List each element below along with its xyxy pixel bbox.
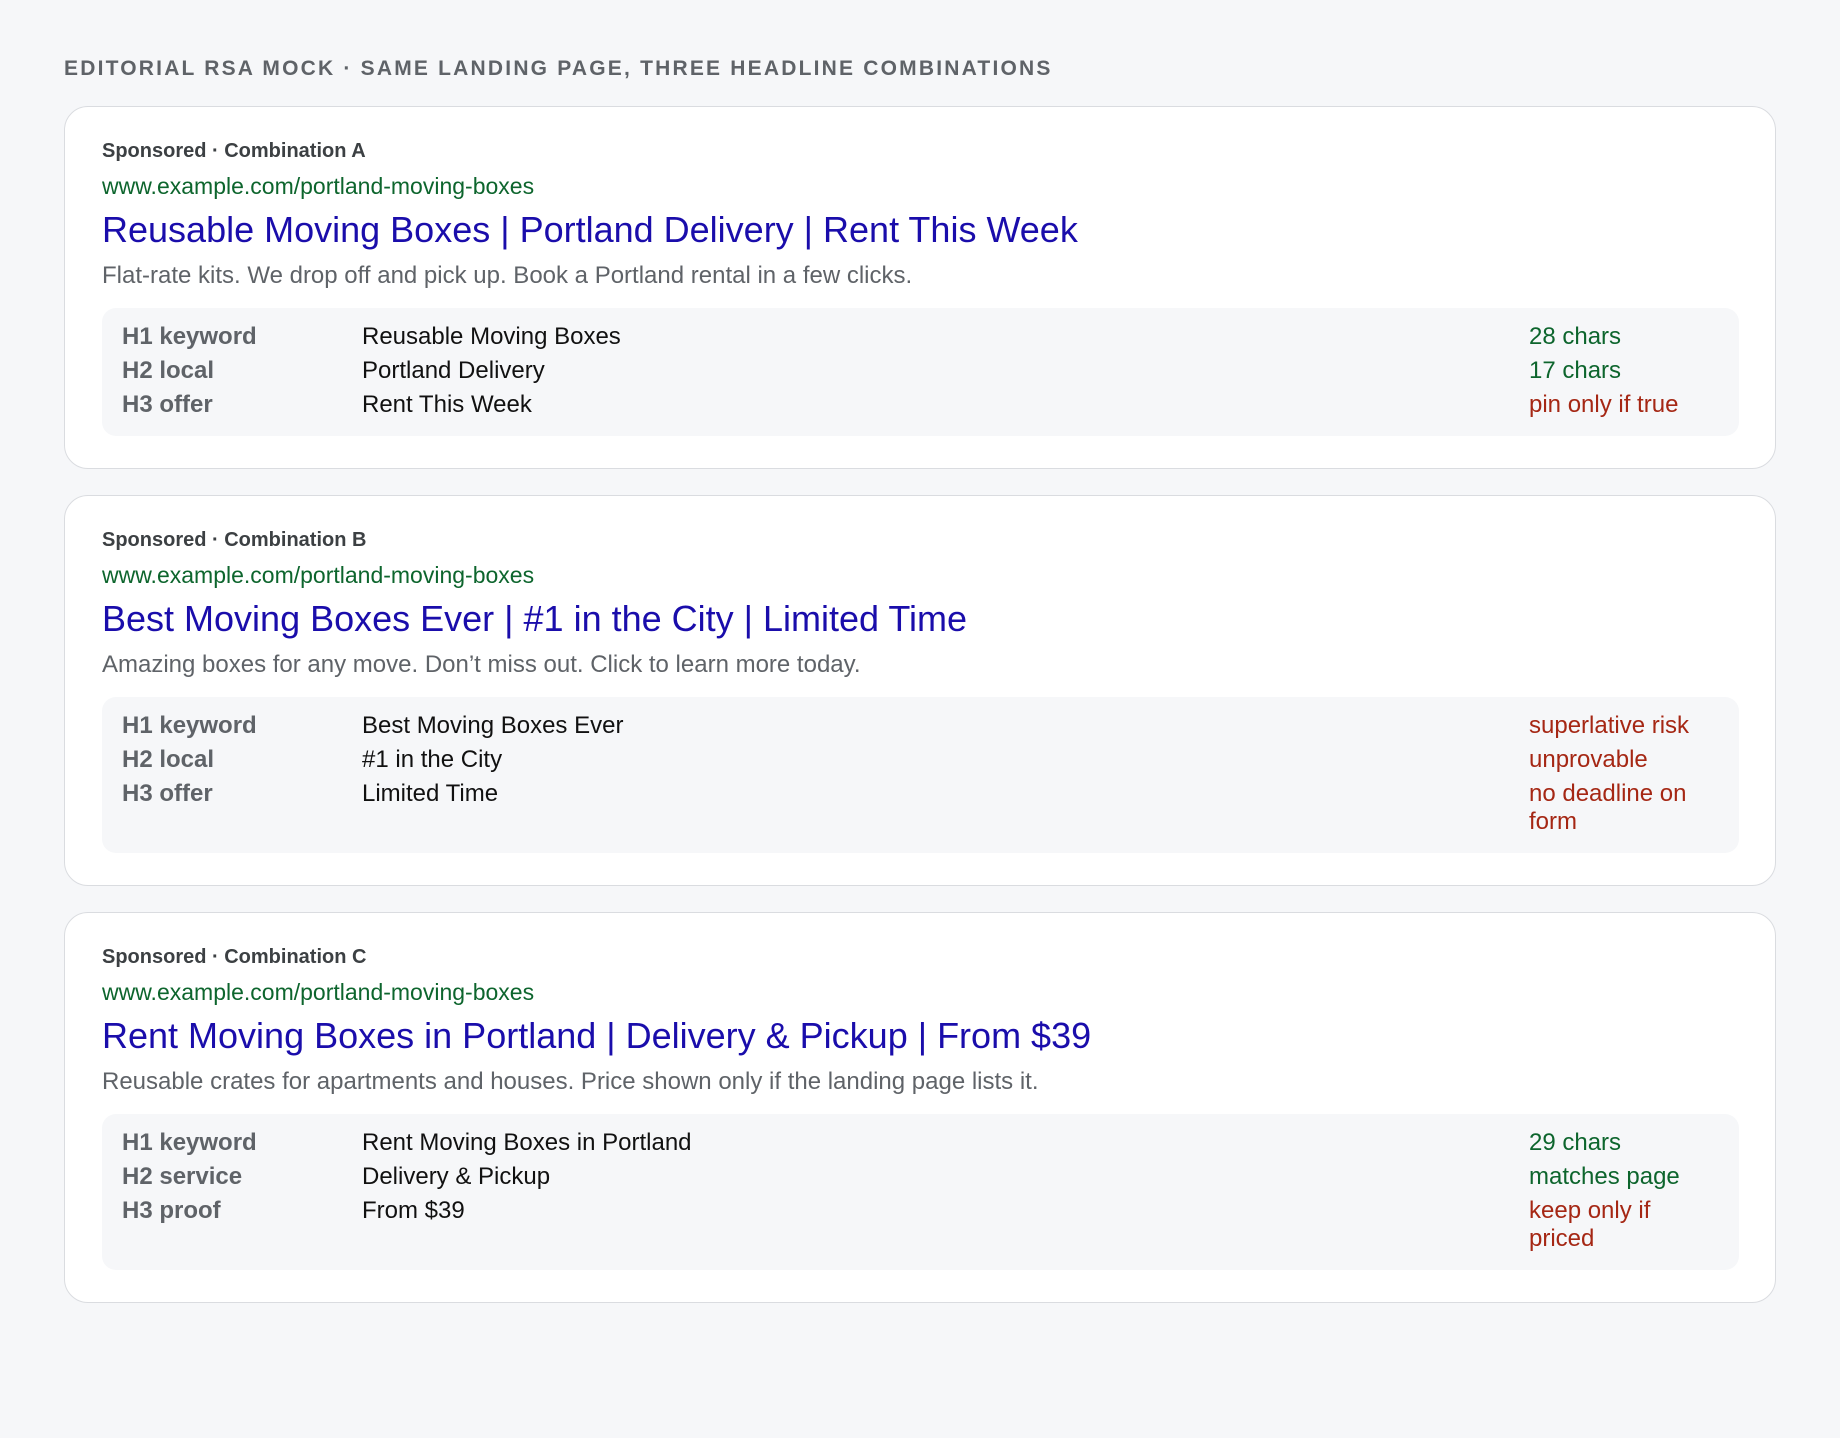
table-row: H1 keyword Rent Moving Boxes in Portland… <box>122 1126 1719 1160</box>
table-row: H1 keyword Reusable Moving Boxes 28 char… <box>122 320 1719 354</box>
row-label: H2 local <box>122 357 215 384</box>
sponsored-label: Sponsored · Combination A <box>102 140 366 162</box>
headline-breakdown-table: H1 keyword Reusable Moving Boxes 28 char… <box>102 308 1739 436</box>
row-label: H1 keyword <box>122 323 257 350</box>
headline-breakdown-table: H1 keyword Rent Moving Boxes in Portland… <box>102 1114 1739 1270</box>
table-row: H3 proof From $39 keep only if priced <box>122 1194 1719 1256</box>
row-value: #1 in the City <box>362 746 503 773</box>
table-row: H2 local Portland Delivery 17 chars <box>122 354 1719 388</box>
row-value: Best Moving Boxes Ever <box>362 712 624 739</box>
row-value: From $39 <box>362 1197 465 1224</box>
row-note: 17 chars <box>1529 357 1622 384</box>
display-url[interactable]: www.example.com/portland-moving-boxes <box>102 171 1739 201</box>
row-value: Reusable Moving Boxes <box>362 323 621 350</box>
row-label: H1 keyword <box>122 1129 257 1156</box>
row-note: pin only if true <box>1529 391 1679 418</box>
ad-card-a: Sponsored · Combination A www.example.co… <box>64 106 1776 469</box>
row-note: unprovable <box>1529 746 1648 773</box>
table-row: H1 keyword Best Moving Boxes Ever superl… <box>122 709 1719 743</box>
ad-description: Reusable crates for apartments and house… <box>102 1068 1039 1095</box>
page: EDITORIAL RSA MOCK · SAME LANDING PAGE, … <box>0 0 1840 1303</box>
table-row: H3 offer Limited Time no deadline on for… <box>122 777 1719 839</box>
ad-headline[interactable]: Rent Moving Boxes in Portland | Delivery… <box>102 1014 1739 1058</box>
display-url[interactable]: www.example.com/portland-moving-boxes <box>102 977 1739 1007</box>
sponsored-label: Sponsored · Combination B <box>102 529 367 551</box>
row-value: Limited Time <box>362 780 499 807</box>
row-note: matches page <box>1529 1163 1680 1190</box>
table-row: H2 service Delivery & Pickup matches pag… <box>122 1160 1719 1194</box>
row-note: 28 chars <box>1529 323 1622 350</box>
row-label: H2 local <box>122 746 215 773</box>
row-label: H3 offer <box>122 780 213 807</box>
ad-card-c: Sponsored · Combination C www.example.co… <box>64 912 1776 1303</box>
row-value: Rent This Week <box>362 391 532 418</box>
ad-description: Flat-rate kits. We drop off and pick up.… <box>102 262 913 289</box>
row-label: H1 keyword <box>122 712 257 739</box>
headline-breakdown-table: H1 keyword Best Moving Boxes Ever superl… <box>102 697 1739 853</box>
row-label: H2 service <box>122 1163 243 1190</box>
ad-headline[interactable]: Reusable Moving Boxes | Portland Deliver… <box>102 208 1739 252</box>
row-note: no deadline on form <box>1529 780 1687 835</box>
ad-description: Amazing boxes for any move. Don’t miss o… <box>102 651 861 678</box>
row-note: superlative risk <box>1529 712 1690 739</box>
table-row: H3 offer Rent This Week pin only if true <box>122 388 1719 422</box>
table-row: H2 local #1 in the City unprovable <box>122 743 1719 777</box>
sponsored-label: Sponsored · Combination C <box>102 946 367 968</box>
display-url[interactable]: www.example.com/portland-moving-boxes <box>102 560 1739 590</box>
row-value: Portland Delivery <box>362 357 545 384</box>
row-value: Rent Moving Boxes in Portland <box>362 1129 692 1156</box>
row-label: H3 proof <box>122 1197 221 1224</box>
page-title: EDITORIAL RSA MOCK · SAME LANDING PAGE, … <box>64 57 1053 80</box>
row-note: 29 chars <box>1529 1129 1622 1156</box>
ad-headline[interactable]: Best Moving Boxes Ever | #1 in the City … <box>102 597 1739 641</box>
row-note: keep only if priced <box>1529 1197 1651 1252</box>
ad-card-b: Sponsored · Combination B www.example.co… <box>64 495 1776 886</box>
row-label: H3 offer <box>122 391 213 418</box>
row-value: Delivery & Pickup <box>362 1163 551 1190</box>
